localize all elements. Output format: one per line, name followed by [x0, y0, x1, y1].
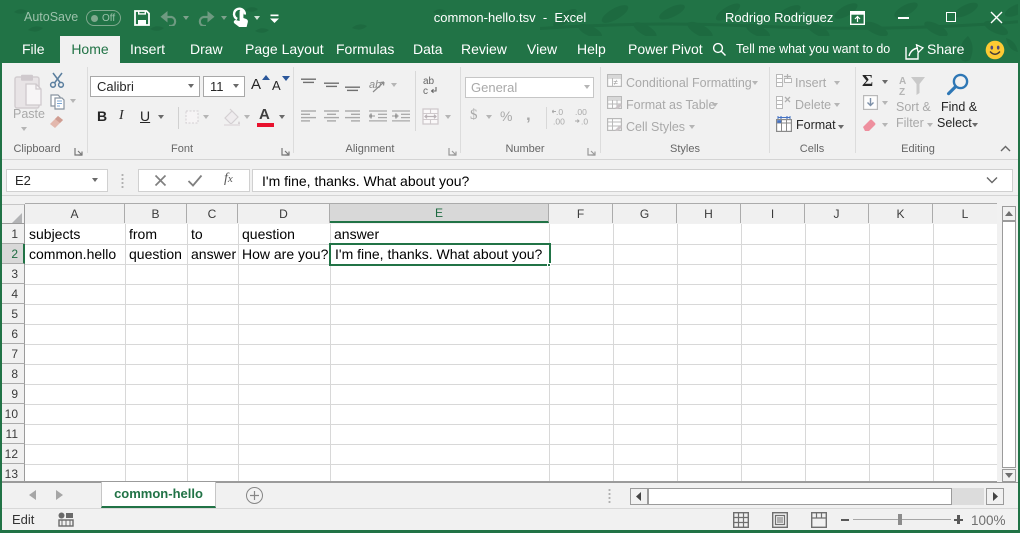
svg-text:A: A: [899, 76, 906, 87]
svg-text:ab: ab: [369, 79, 381, 91]
svg-text:Z: Z: [899, 87, 905, 97]
svg-text:c: c: [423, 86, 428, 95]
svg-text:.0: .0: [581, 117, 588, 127]
svg-text:.0: .0: [556, 107, 563, 117]
svg-text:.00: .00: [553, 117, 565, 127]
svg-text:≠: ≠: [614, 78, 619, 87]
svg-text:.00: .00: [575, 107, 587, 117]
